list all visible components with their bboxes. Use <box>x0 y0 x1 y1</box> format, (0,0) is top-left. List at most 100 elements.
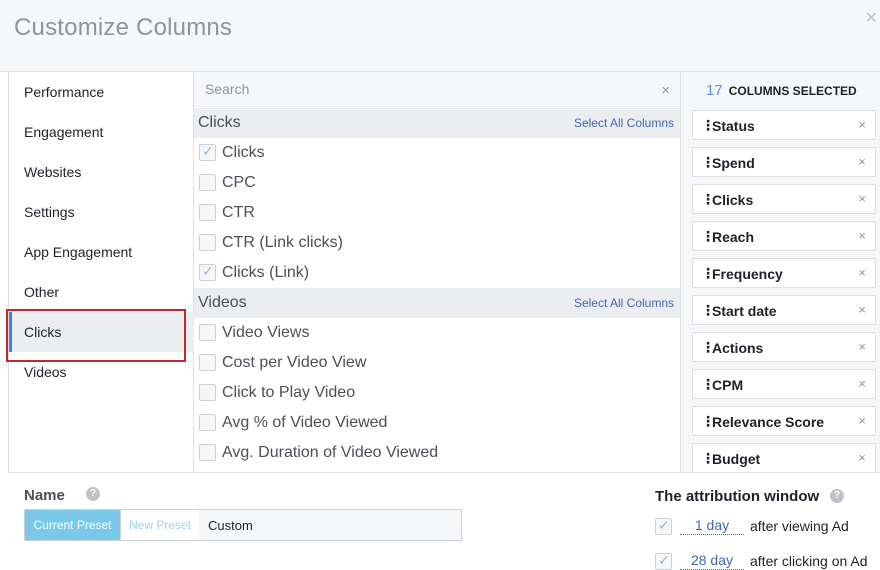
preset-toggle: Current Preset New Preset <box>24 509 199 541</box>
selected-column-label: Clicks <box>712 192 754 208</box>
checkbox[interactable] <box>199 444 216 461</box>
attribution-label: The attribution window <box>655 488 820 505</box>
remove-column-icon[interactable]: × <box>858 265 866 280</box>
attribution-help-icon[interactable]: ? <box>830 489 844 503</box>
column-option-label: CTR (Link clicks) <box>222 234 343 251</box>
attribution-row: 1 day after viewing Ad <box>655 515 879 539</box>
checked-checkbox[interactable] <box>199 143 216 161</box>
selected-column-chip[interactable]: ⋮ Clicks × <box>692 184 876 214</box>
category-item[interactable]: Other <box>9 272 194 312</box>
checkbox[interactable] <box>199 414 216 431</box>
search-input[interactable] <box>194 72 654 106</box>
selected-column-chip[interactable]: ⋮ CPM × <box>692 369 876 399</box>
selected-column-chip[interactable]: ⋮ Budget × <box>692 443 876 472</box>
remove-column-icon[interactable]: × <box>858 450 866 465</box>
column-option[interactable]: Cost per Video View <box>194 348 680 378</box>
column-option[interactable]: CTR <box>194 198 680 228</box>
attribution-row: 28 day after clicking on Ad <box>655 550 879 570</box>
column-option[interactable]: Clicks <box>194 138 680 168</box>
checkbox[interactable] <box>199 174 216 191</box>
remove-column-icon[interactable]: × <box>858 339 866 354</box>
column-option[interactable]: Avg % of Video Viewed <box>194 408 680 438</box>
selected-column-label: Frequency <box>712 266 783 282</box>
column-option[interactable]: Video Views <box>194 318 680 348</box>
current-preset-button[interactable]: Current Preset <box>25 510 120 540</box>
remove-column-icon[interactable]: × <box>858 376 866 391</box>
name-help-icon[interactable]: ? <box>86 487 100 501</box>
column-option[interactable]: CTR (Link clicks) <box>194 228 680 258</box>
category-item[interactable]: Performance <box>9 72 194 112</box>
checked-checkbox[interactable] <box>199 263 216 281</box>
column-option-label: Clicks <box>222 144 265 161</box>
new-preset-button[interactable]: New Preset <box>120 510 198 540</box>
column-option-label: Clicks (Link) <box>222 264 310 281</box>
dialog-title: Customize Columns <box>14 14 233 41</box>
attribution-checkbox[interactable] <box>655 552 672 570</box>
column-option[interactable]: CPC <box>194 168 680 198</box>
column-option-label: Avg % of Video Viewed <box>222 414 388 431</box>
remove-column-icon[interactable]: × <box>858 154 866 169</box>
selected-column-chip[interactable]: ⋮ Spend × <box>692 147 876 177</box>
attribution-description: after clicking on Ad <box>750 553 868 569</box>
checkbox[interactable] <box>199 204 216 221</box>
selected-column-chip[interactable]: ⋮ Relevance Score × <box>692 406 876 436</box>
column-option[interactable]: Avg. Duration of Video Viewed <box>194 438 680 468</box>
category-item[interactable]: Clicks <box>9 312 194 352</box>
remove-column-icon[interactable]: × <box>858 302 866 317</box>
attribution-days-dropdown[interactable]: 28 day <box>680 552 744 570</box>
section-header: Clicks Select All Columns <box>194 108 680 138</box>
remove-column-icon[interactable]: × <box>858 228 866 243</box>
category-item[interactable]: App Engagement <box>9 232 194 272</box>
remove-column-icon[interactable]: × <box>858 117 866 132</box>
column-option-label: CTR <box>222 204 255 221</box>
section-title: Clicks <box>198 114 241 131</box>
clear-search-icon[interactable]: × <box>661 82 670 99</box>
category-list: Performance Engagement Websites Settings App… <box>9 72 194 472</box>
selected-column-chip[interactable]: ⋮ Start date × <box>692 295 876 325</box>
selected-columns-header: 17 COLUMNS SELECTED <box>706 82 857 99</box>
selected-column-label: Start date <box>712 303 777 319</box>
selected-column-chip[interactable]: ⋮ Frequency × <box>692 258 876 288</box>
preset-name-input[interactable] <box>198 509 462 541</box>
preset-footer: Name ? Current Preset New Preset The att… <box>9 472 880 570</box>
category-item[interactable]: Settings <box>9 192 194 232</box>
checkbox[interactable] <box>199 354 216 371</box>
column-option[interactable]: Clicks (Link) <box>194 258 680 288</box>
remove-column-icon[interactable]: × <box>858 191 866 206</box>
selected-column-label: Actions <box>712 340 764 356</box>
category-item[interactable]: Videos <box>9 352 194 392</box>
attribution-days-dropdown[interactable]: 1 day <box>680 517 744 535</box>
category-item[interactable]: Websites <box>9 152 194 192</box>
selected-column-chip[interactable]: ⋮ Actions × <box>692 332 876 362</box>
column-option-label: Video Views <box>222 324 310 341</box>
section-title: Videos <box>198 294 247 311</box>
dialog-header: Customize Columns ✕ <box>0 0 880 72</box>
selected-column-label: Budget <box>712 451 761 467</box>
column-option-label: Avg. Duration of Video Viewed <box>222 444 439 461</box>
select-all-link[interactable]: Select All Columns <box>574 296 674 310</box>
column-option-label: Cost per Video View <box>222 354 367 371</box>
section-header: Videos Select All Columns <box>194 288 680 318</box>
search-bar: × <box>194 72 680 107</box>
checkbox[interactable] <box>199 234 216 251</box>
selected-column-chip[interactable]: ⋮ Reach × <box>692 221 876 251</box>
column-option-label: CPC <box>222 174 256 191</box>
selected-column-chip[interactable]: ⋮ Status × <box>692 110 876 140</box>
column-picker: × Clicks Select All Columns Clicks CPC CTR CT… <box>194 72 680 472</box>
selected-count: 17 <box>706 82 723 99</box>
select-all-link[interactable]: Select All Columns <box>574 116 674 130</box>
remove-column-icon[interactable]: × <box>858 413 866 428</box>
name-label: Name <box>24 487 65 504</box>
attribution-checkbox[interactable] <box>655 517 672 535</box>
selected-column-label: Status <box>712 118 755 134</box>
checkbox[interactable] <box>199 384 216 401</box>
selected-column-label: CPM <box>712 377 744 393</box>
selected-label: COLUMNS SELECTED <box>728 84 857 98</box>
selected-column-label: Reach <box>712 229 755 245</box>
category-item[interactable]: Engagement <box>9 112 194 152</box>
close-icon[interactable]: ✕ <box>865 8 878 28</box>
selected-column-label: Relevance Score <box>712 414 825 430</box>
attribution-description: after viewing Ad <box>750 518 849 534</box>
column-option[interactable]: Click to Play Video <box>194 378 680 408</box>
checkbox[interactable] <box>199 324 216 341</box>
